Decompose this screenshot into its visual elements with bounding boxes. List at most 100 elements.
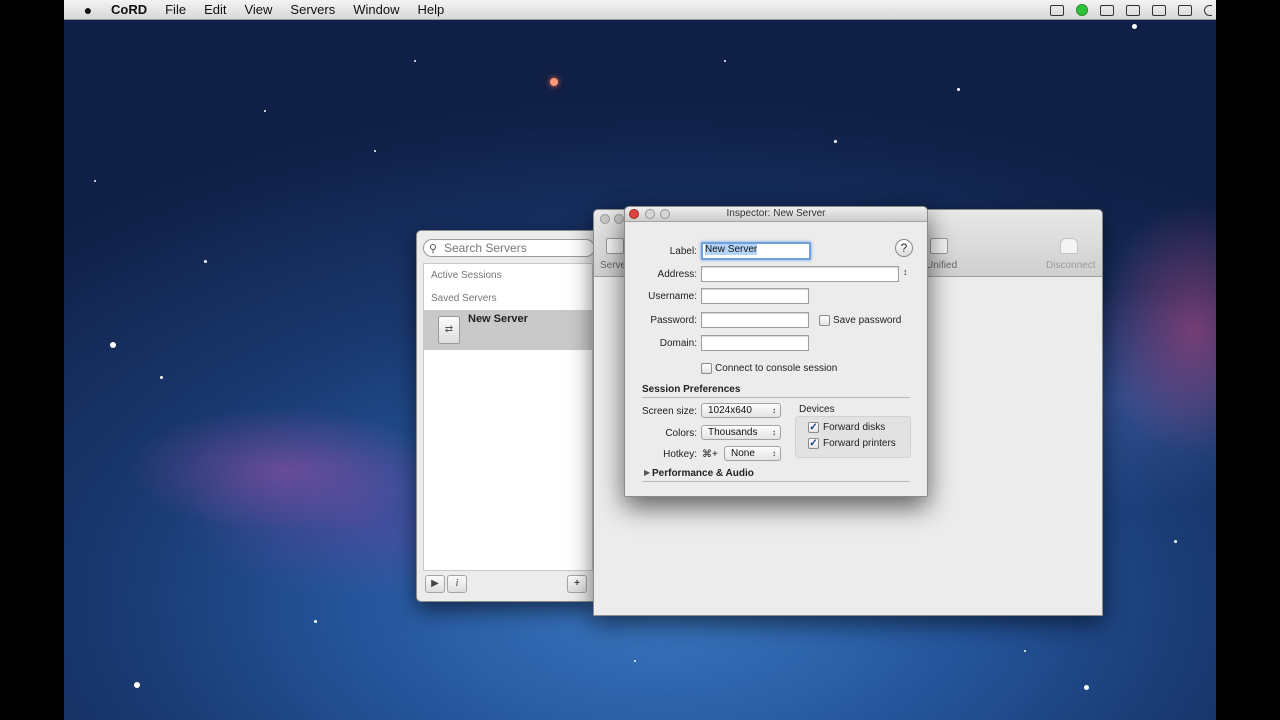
console-session-label: Connect to console session [715, 363, 838, 374]
menu-bar: ● CoRD File Edit View Servers Window Hel… [64, 0, 1216, 20]
menu-window[interactable]: Window [344, 2, 408, 17]
server-list: Active Sessions Saved Servers ⇄ New Serv… [423, 263, 594, 571]
star [957, 88, 960, 91]
star [414, 60, 416, 62]
popup-arrows-icon: ↕ [772, 449, 776, 458]
status-online-icon[interactable] [1076, 4, 1088, 16]
search-servers-placeholder: Search Servers [444, 241, 527, 255]
screen-size-caption: Screen size: [641, 406, 697, 417]
connect-play-button[interactable]: ▶ [425, 575, 445, 593]
save-password-label: Save password [833, 315, 902, 326]
popup-arrows-icon: ↕ [772, 428, 776, 437]
address-field[interactable] [701, 266, 899, 282]
star [134, 682, 140, 688]
star [834, 140, 837, 143]
sync-icon[interactable] [1100, 4, 1114, 16]
section-divider [642, 397, 910, 398]
server-list-footer: ▶ i + [417, 571, 595, 601]
active-sessions-header: Active Sessions [431, 270, 502, 281]
star [264, 110, 266, 112]
popup-arrows-icon: ↕ [772, 406, 776, 415]
star [1132, 24, 1137, 29]
eject-icon[interactable] [1060, 238, 1078, 254]
section-divider [642, 481, 910, 482]
unified-toolbar-icon[interactable] [930, 238, 948, 254]
devices-group: ✓ Forward disks ✓ Forward printers [795, 416, 911, 458]
star [1024, 650, 1026, 652]
server-row-new-server[interactable]: ⇄ New Server [424, 310, 594, 350]
screen-size-value: 1024x640 [708, 405, 752, 416]
disconnect-toolbar-label: Disconnect [1046, 260, 1096, 271]
label-field[interactable]: New Server [701, 242, 811, 260]
menu-edit[interactable]: Edit [195, 2, 235, 17]
star [94, 180, 96, 182]
label-value: New Server [705, 244, 758, 255]
forward-disks-checkbox[interactable]: ✓ [808, 422, 819, 433]
star [110, 342, 116, 348]
forward-printers-checkbox[interactable]: ✓ [808, 438, 819, 449]
inspector-title: Inspector: New Server [726, 208, 826, 219]
colors-popup[interactable]: Thousands ↕ [701, 425, 781, 440]
time-machine-icon[interactable] [1204, 4, 1212, 16]
server-name: New Server [468, 313, 528, 325]
menu-help[interactable]: Help [408, 2, 453, 17]
copy-icon[interactable] [1126, 4, 1140, 16]
status-menus [1050, 0, 1216, 20]
server-list-window: ⚲ Search Servers Active Sessions Saved S… [416, 230, 596, 602]
add-server-button[interactable]: + [567, 575, 587, 593]
saved-servers-header: Saved Servers [431, 293, 497, 304]
help-button[interactable]: ? [895, 239, 913, 257]
servers-toolbar-icon[interactable] [606, 238, 624, 254]
domain-caption: Domain: [659, 338, 697, 349]
screen-size-popup[interactable]: 1024x640 ↕ [701, 403, 781, 418]
minimize-button[interactable] [614, 214, 624, 224]
save-password-checkbox[interactable] [819, 315, 830, 326]
menu-view[interactable]: View [235, 2, 281, 17]
star [374, 150, 376, 152]
unified-toolbar-label: Unified [926, 260, 958, 271]
search-servers-field[interactable]: ⚲ Search Servers [423, 239, 595, 257]
hotkey-modifier: ⌘+ [702, 449, 718, 460]
hotkey-popup[interactable]: None ↕ [724, 446, 781, 461]
display-icon[interactable] [1178, 4, 1192, 16]
inspector-title-bar: Inspector: New Server [625, 207, 927, 222]
console-session-checkbox[interactable] [701, 363, 712, 374]
hotkey-caption: Hotkey: [663, 449, 697, 460]
domain-field[interactable] [701, 335, 809, 351]
star [204, 260, 207, 263]
inspector-panel: Inspector: New Server Label: New Server … [624, 206, 928, 497]
password-caption: Password: [650, 315, 697, 326]
star [550, 78, 558, 86]
performance-audio-disclosure[interactable]: Performance & Audio [652, 468, 754, 479]
screen-record-icon[interactable] [1050, 4, 1064, 16]
username-caption: Username: [648, 291, 697, 302]
address-stepper-icon[interactable]: ↕ [903, 267, 908, 277]
star [314, 620, 317, 623]
keyboard-icon[interactable] [1152, 4, 1166, 16]
info-button[interactable]: i [447, 575, 467, 593]
forward-printers-label: Forward printers [823, 438, 896, 449]
username-field[interactable] [701, 288, 809, 304]
address-caption: Address: [657, 269, 697, 280]
star [160, 376, 163, 379]
servers-toolbar-label: Serve [600, 260, 627, 271]
password-field[interactable] [701, 312, 809, 328]
star [634, 660, 636, 662]
desktop: ● CoRD File Edit View Servers Window Hel… [64, 0, 1216, 720]
apple-menu-icon[interactable]: ● [74, 2, 102, 18]
disclosure-triangle-icon[interactable]: ▶ [644, 468, 650, 477]
colors-value: Thousands [708, 427, 758, 438]
devices-heading: Devices [799, 404, 835, 415]
menu-servers[interactable]: Servers [281, 2, 344, 17]
hotkey-value: None [731, 448, 755, 459]
menu-file[interactable]: File [156, 2, 195, 17]
menu-app-cord[interactable]: CoRD [102, 2, 156, 17]
server-document-icon: ⇄ [438, 316, 460, 344]
colors-caption: Colors: [665, 428, 697, 439]
forward-disks-label: Forward disks [823, 422, 886, 433]
session-preferences-heading: Session Preferences [642, 384, 741, 395]
label-caption: Label: [669, 246, 697, 257]
star [1174, 540, 1177, 543]
close-button[interactable] [600, 214, 610, 224]
star [1084, 685, 1089, 690]
